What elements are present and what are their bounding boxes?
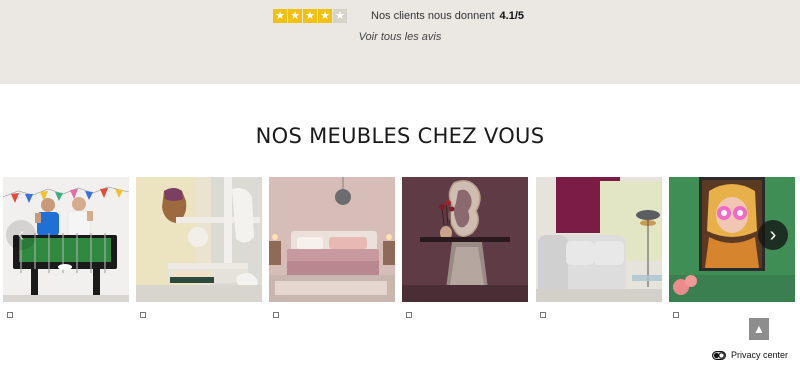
section-title: NOS MEUBLES CHEZ VOUS bbox=[255, 124, 545, 148]
carousel-prev-button[interactable]: ‹ bbox=[6, 220, 36, 250]
see-all-reviews-link[interactable]: Voir tous les avis bbox=[0, 31, 800, 43]
chevron-right-icon: › bbox=[769, 224, 777, 246]
card-caption: ▯ bbox=[406, 312, 412, 318]
console-mirror-photo[interactable] bbox=[402, 177, 528, 302]
privacy-center-label: Privacy center bbox=[731, 350, 789, 360]
star-icon: ★ bbox=[318, 9, 332, 23]
star-icon: ★ bbox=[273, 9, 287, 23]
star-icon: ★ bbox=[303, 9, 317, 23]
carousel-card[interactable]: ▯ bbox=[536, 177, 662, 323]
white-sofa-lamp-photo[interactable] bbox=[536, 177, 662, 302]
reviews-summary: ★ ★ ★ ★ ★ Nos clients nous donnent 4.1/5 bbox=[273, 9, 524, 23]
carousel-card[interactable]: ▯ bbox=[136, 177, 262, 323]
star-empty-icon: ★ bbox=[333, 9, 347, 23]
card-caption: ▯ bbox=[673, 312, 679, 318]
chevron-left-icon: ‹ bbox=[17, 224, 25, 246]
star-icon: ★ bbox=[288, 9, 302, 23]
rating-stars: ★ ★ ★ ★ ★ bbox=[273, 9, 347, 23]
carousel-next-button[interactable]: › bbox=[758, 220, 788, 250]
side-table-vase-photo[interactable] bbox=[136, 177, 262, 302]
reviews-band: ★ ★ ★ ★ ★ Nos clients nous donnent 4.1/5… bbox=[0, 0, 800, 84]
card-caption: ▯ bbox=[7, 312, 13, 318]
privacy-center-button[interactable]: Privacy center bbox=[712, 350, 788, 360]
carousel-card[interactable]: ▯ bbox=[402, 177, 528, 323]
furniture-carousel: ▯ ▯ bbox=[0, 177, 800, 327]
card-caption: ▯ bbox=[140, 312, 146, 318]
pink-bedroom-photo[interactable] bbox=[269, 177, 395, 302]
card-caption: ▯ bbox=[273, 312, 279, 318]
reviews-score: 4.1/5 bbox=[499, 10, 524, 22]
reviews-text: Nos clients nous donnent bbox=[371, 10, 495, 22]
arrow-up-icon: ▲ bbox=[753, 322, 765, 336]
toggle-icon bbox=[712, 350, 726, 360]
card-caption: ▯ bbox=[540, 312, 546, 318]
carousel-card[interactable]: ▯ bbox=[669, 177, 795, 323]
carousel-card[interactable]: ▯ bbox=[3, 177, 129, 323]
carousel-card[interactable]: ▯ bbox=[269, 177, 395, 323]
back-to-top-button[interactable]: ▲ bbox=[749, 318, 769, 340]
